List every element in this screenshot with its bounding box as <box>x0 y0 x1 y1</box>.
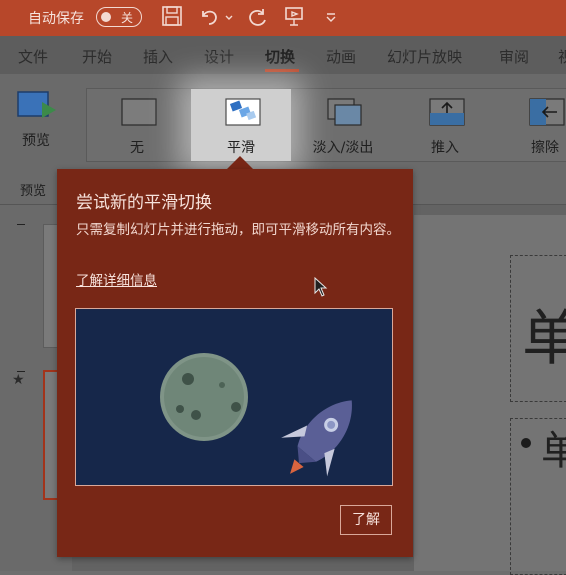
title-bar: 自动保存 关 <box>0 0 566 36</box>
wipe-transition-icon <box>529 98 565 126</box>
morph-tooltip: 尝试新的平滑切换 只需复制幻灯片并进行拖动，即可平滑移动所有内容。 了解详细信息 <box>57 169 413 557</box>
rocket-icon <box>281 400 352 477</box>
tab-animations[interactable]: 动画 <box>326 46 356 67</box>
undo-icon[interactable] <box>198 5 222 29</box>
tooltip-caret <box>226 156 254 170</box>
transition-push[interactable]: 推入 <box>395 89 495 161</box>
transition-fade[interactable]: 淡入/淡出 <box>293 89 393 161</box>
push-transition-icon <box>429 98 465 126</box>
active-tab-underline <box>265 69 299 72</box>
autosave-state: 关 <box>121 11 134 25</box>
tab-home[interactable]: 开始 <box>82 46 112 67</box>
fade-transition-icon <box>327 98 362 126</box>
tab-review[interactable]: 审阅 <box>499 46 529 67</box>
transition-label: 无 <box>130 140 144 156</box>
slide-title-text: 单 <box>522 304 566 374</box>
transition-label: 擦除 <box>531 140 559 156</box>
autosave-label: 自动保存 <box>28 11 84 27</box>
section-marker <box>17 224 25 225</box>
redo-icon[interactable] <box>246 5 270 29</box>
tab-view[interactable]: 视 <box>558 46 566 67</box>
transition-label: 淡入/淡出 <box>312 140 374 156</box>
transition-label: 推入 <box>431 140 459 156</box>
undo-dropdown-icon[interactable] <box>224 5 236 29</box>
transition-label: 平滑 <box>227 140 255 156</box>
tooltip-title: 尝试新的平滑切换 <box>76 193 212 213</box>
toggle-knob <box>101 12 111 22</box>
transition-wipe[interactable]: 擦除 <box>495 89 566 161</box>
save-icon[interactable] <box>161 5 185 29</box>
none-transition-icon <box>121 98 157 126</box>
animation-star-icon: ★ <box>12 372 25 388</box>
preview-icon <box>17 91 56 118</box>
present-icon[interactable] <box>283 5 307 29</box>
morph-transition-icon <box>225 98 261 126</box>
bullet-icon <box>521 438 531 448</box>
got-it-button[interactable]: 了解 <box>340 505 392 535</box>
tab-design[interactable]: 设计 <box>204 46 234 67</box>
moon-icon <box>160 353 248 441</box>
tab-file[interactable]: 文件 <box>18 46 48 67</box>
slide-bullet-text: 单 <box>541 428 566 474</box>
transition-morph[interactable]: 平滑 <box>191 89 291 161</box>
transition-gallery: 无 平滑 淡入/淡出 推入 擦除 <box>86 88 566 162</box>
customize-icon[interactable] <box>324 5 338 29</box>
preview-group-label: 预览 <box>20 184 47 199</box>
mouse-cursor-icon <box>314 277 328 297</box>
autosave-toggle[interactable]: 关 <box>96 7 142 27</box>
tab-insert[interactable]: 插入 <box>143 46 173 67</box>
moon-and-rocket-illustration <box>75 308 393 486</box>
transition-none[interactable]: 无 <box>87 89 187 161</box>
tab-transitions[interactable]: 切换 <box>265 46 295 67</box>
learn-more-link[interactable]: 了解详细信息 <box>76 269 157 289</box>
tab-slideshow[interactable]: 幻灯片放映 <box>387 46 462 67</box>
preview-label: 预览 <box>22 133 50 149</box>
tooltip-description: 只需复制幻灯片并进行拖动，即可平滑移动所有内容。 <box>76 222 400 238</box>
